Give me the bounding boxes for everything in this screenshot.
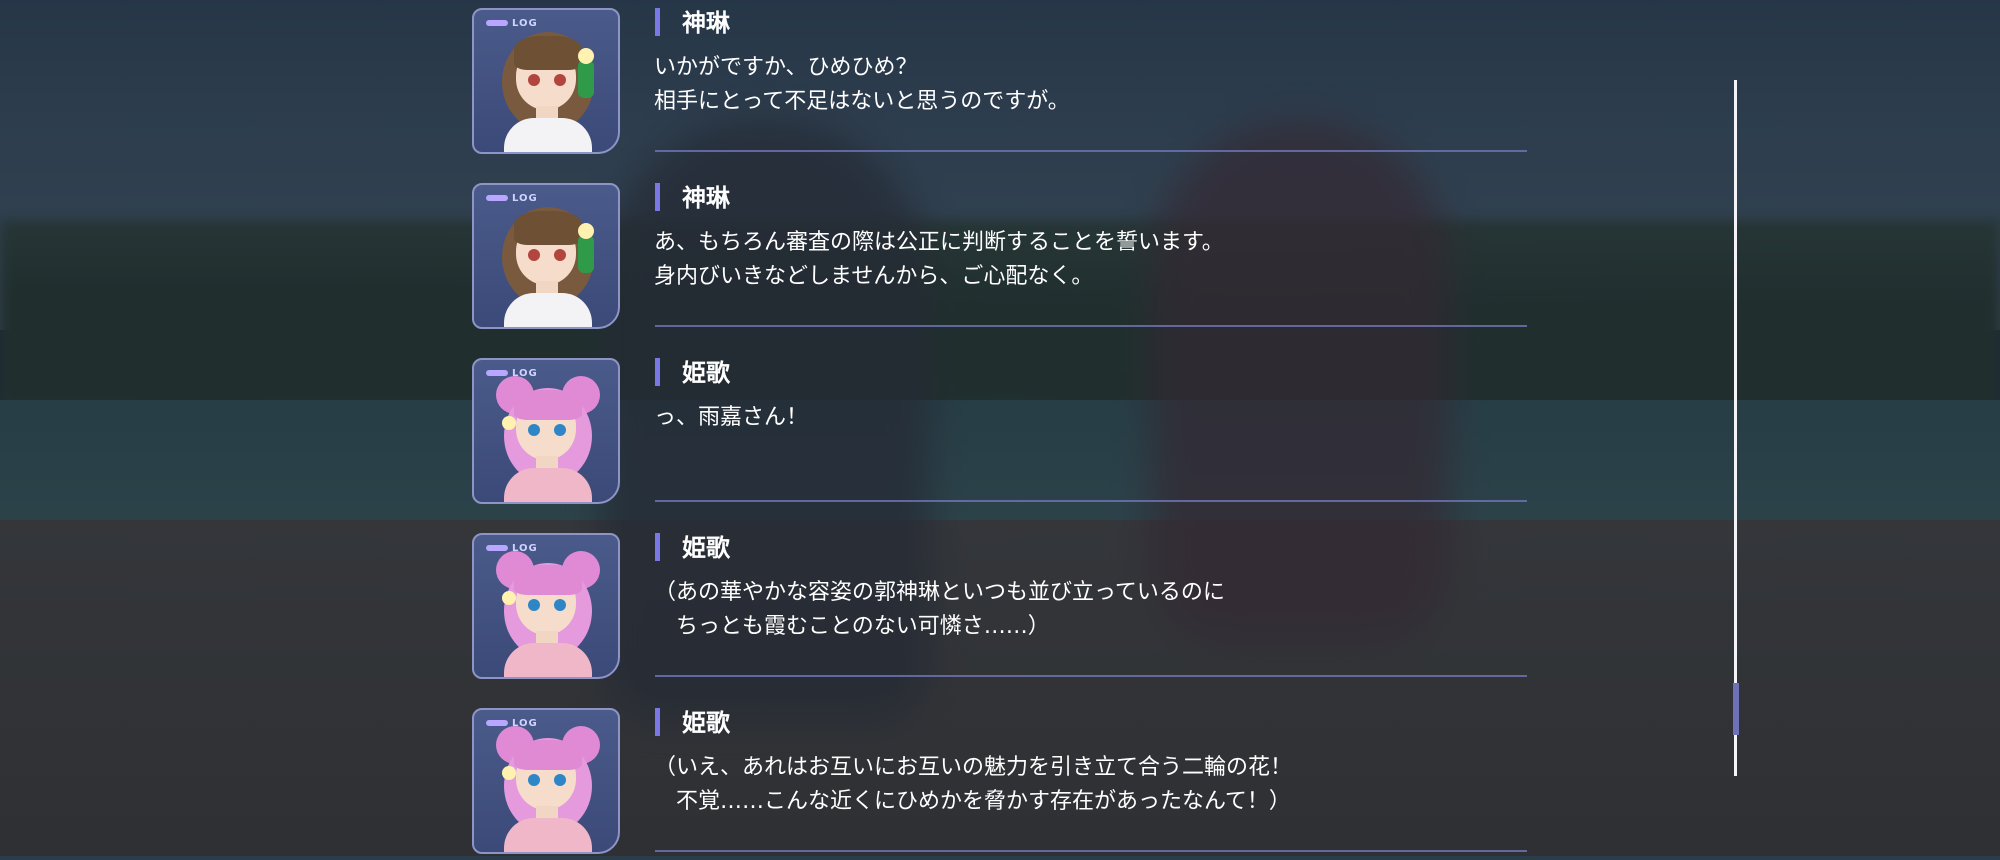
entry-divider — [655, 500, 1527, 502]
log-entry: LOG 神琳 いかがですか、ひめひめ？ 相手にとって不足はないと思うのですが。 — [472, 0, 1528, 160]
character-portrait-himeka[interactable]: LOG — [472, 533, 620, 679]
dialogue-line-1: あ、もちろん審査の際は公正に判断することを誓います。 — [654, 230, 1224, 255]
character-portrait-shenlin[interactable]: LOG — [472, 8, 620, 154]
log-label: LOG — [486, 18, 538, 29]
dialogue-line-1: いかがですか、ひめひめ？ — [654, 55, 918, 80]
entry-divider — [655, 850, 1527, 852]
dialogue-line-2: 身内びいきなどしませんから、ご心配なく。 — [654, 264, 1094, 289]
log-entry: LOG 姫歌 （いえ、あれはお互いにお互いの魅力を引き立て合う二輪の花！ 不覚…… — [472, 700, 1528, 860]
dialogue-line-1: っ、雨嘉さん！ — [654, 405, 809, 430]
log-entry: LOG 姫歌 っ、雨嘉さん！ — [472, 350, 1528, 510]
speaker-accent-bar — [655, 708, 660, 736]
speaker-accent-bar — [655, 358, 660, 386]
character-portrait-himeka[interactable]: LOG — [472, 708, 620, 854]
character-portrait-shenlin[interactable]: LOG — [472, 183, 620, 329]
dialogue-line-1: （あの華やかな容姿の郭神琳といつも並び立っているのに — [654, 580, 1225, 605]
speaker-accent-bar — [655, 8, 660, 36]
entry-divider — [655, 325, 1527, 327]
speaker-name: 神琳 — [682, 9, 730, 37]
speaker-name: 姫歌 — [682, 709, 730, 737]
backlog-list[interactable]: LOG 神琳 いかがですか、ひめひめ？ 相手にとって不足はないと思うのですが。 … — [0, 0, 2000, 856]
character-portrait-himeka[interactable]: LOG — [472, 358, 620, 504]
log-entry: LOG 姫歌 （あの華やかな容姿の郭神琳といつも並び立っているのに ちっとも霞む… — [472, 525, 1528, 685]
log-entry: LOG 神琳 あ、もちろん審査の際は公正に判断することを誓います。 身内びいきな… — [472, 175, 1528, 335]
scrollbar-track[interactable] — [1734, 80, 1737, 776]
speaker-name: 神琳 — [682, 184, 730, 212]
scrollbar-thumb[interactable] — [1733, 683, 1739, 735]
log-label: LOG — [486, 193, 538, 204]
speaker-name: 姫歌 — [682, 534, 730, 562]
dialogue-line-2: ちっとも霞むことのない可憐さ……） — [654, 614, 1050, 639]
dialogue-line-2: 相手にとって不足はないと思うのですが。 — [654, 89, 1070, 114]
entry-divider — [655, 675, 1527, 677]
entry-divider — [655, 150, 1527, 152]
speaker-name: 姫歌 — [682, 359, 730, 387]
log-label: LOG — [486, 543, 538, 554]
speaker-accent-bar — [655, 533, 660, 561]
log-label: LOG — [486, 368, 538, 379]
dialogue-line-1: （いえ、あれはお互いにお互いの魅力を引き立て合う二輪の花！ — [654, 755, 1293, 780]
log-label: LOG — [486, 718, 538, 729]
dialogue-line-2: 不覚……こんな近くにひめかを脅かす存在があったなんて！） — [654, 789, 1291, 814]
speaker-accent-bar — [655, 183, 660, 211]
